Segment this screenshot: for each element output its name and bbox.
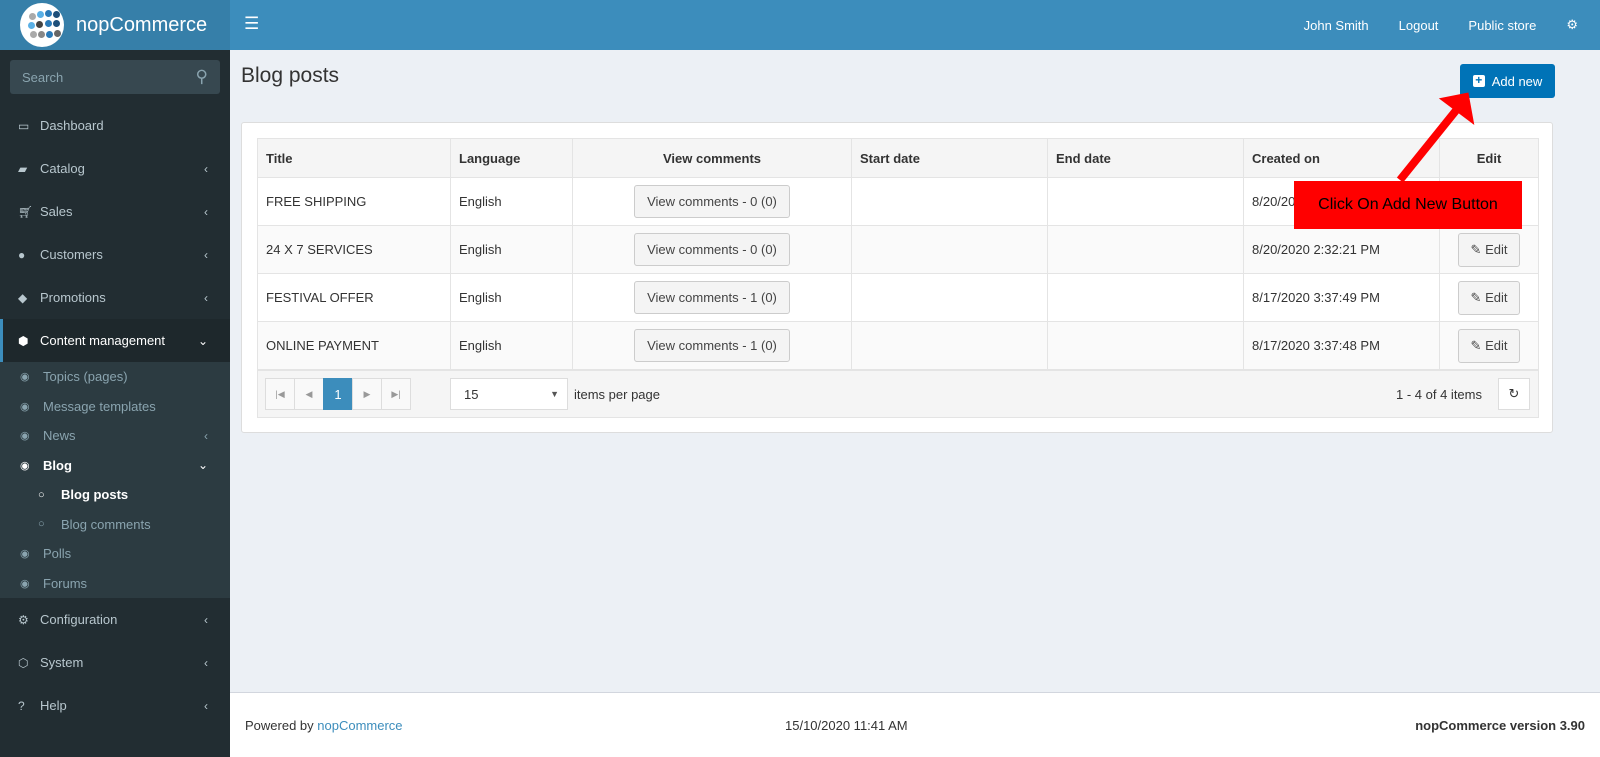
annotation-arrow [1396,92,1475,183]
footer-datetime: 15/10/2020 11:41 AM [785,717,908,733]
footer: Powered by nopCommerce 15/10/2020 11:41 … [230,692,1600,757]
nopcommerce-link[interactable]: nopCommerce [317,718,402,733]
footer-version: nopCommerce version 3.90 [1415,717,1585,733]
annotation-callout: Click On Add New Button [1294,181,1522,229]
